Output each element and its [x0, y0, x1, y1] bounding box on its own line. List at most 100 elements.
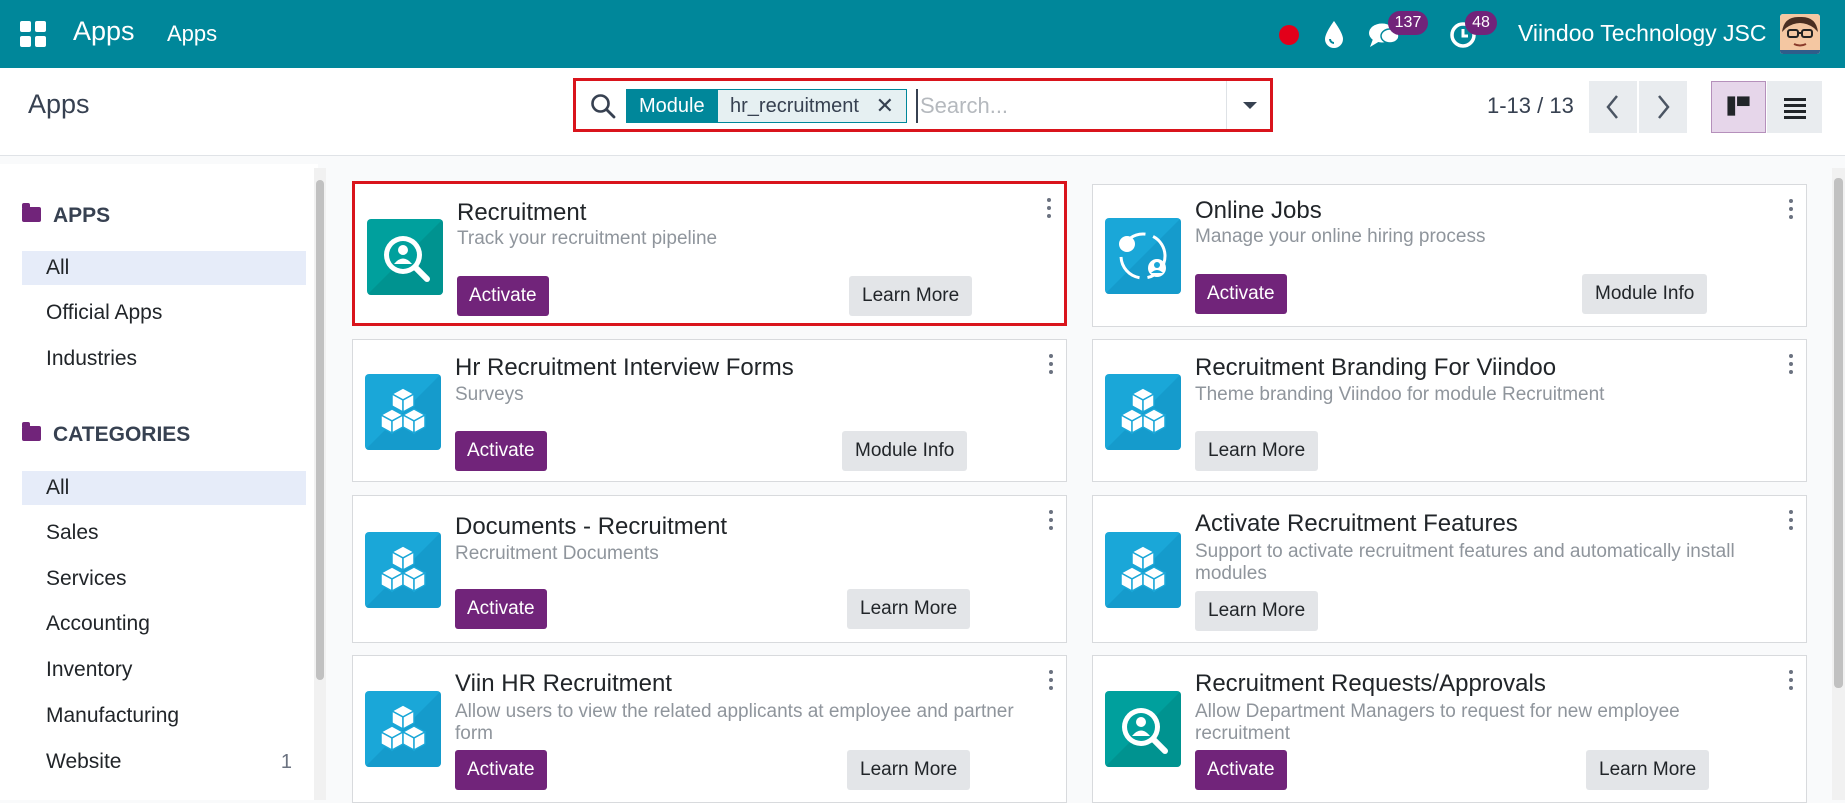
avatar[interactable] [1780, 14, 1820, 54]
search-input[interactable] [916, 89, 1216, 123]
list-icon [1784, 98, 1806, 119]
sidebar-heading-label: APPS [53, 204, 111, 227]
pager-next-button[interactable] [1639, 81, 1687, 133]
activity-badge: 48 [1465, 11, 1497, 35]
top-navbar: Apps Apps 137 48 Viindoo Technology JSC [0, 0, 1845, 68]
sidebar-item-industries[interactable]: Industries [22, 342, 306, 376]
app-card-documents-recruitment[interactable]: Documents - Recruitment Recruitment Docu… [352, 495, 1067, 643]
sidebar-item-accounting[interactable]: Accounting [22, 607, 306, 641]
sidebar-item-sales[interactable]: Sales [22, 516, 306, 550]
module-info-button[interactable]: Module Info [1582, 274, 1708, 314]
sidebar: APPS All Official Apps Industries CATEGO… [0, 164, 318, 800]
module-cubes-icon [1105, 374, 1181, 450]
kanban-icon [1727, 96, 1750, 116]
control-panel: Apps Module hr_recruitment ✕ 1-13 / 13 [0, 68, 1845, 156]
kebab-menu-icon[interactable] [1788, 199, 1794, 221]
app-card-name[interactable]: Documents - Recruitment [455, 513, 727, 541]
module-cubes-icon [365, 691, 441, 767]
app-card-online-jobs[interactable]: Online Jobs Manage your online hiring pr… [1092, 184, 1807, 327]
activate-button[interactable]: Activate [455, 431, 547, 471]
app-card-summary: Surveys [455, 384, 524, 405]
recruitment-icon [1105, 691, 1181, 767]
app-card-activate-recruitment-features[interactable]: Activate Recruitment Features Support to… [1092, 495, 1807, 643]
list-view-button[interactable] [1767, 81, 1822, 133]
apps-grid-icon[interactable] [20, 21, 46, 47]
search-bar: Module hr_recruitment ✕ [573, 78, 1273, 132]
app-card-recruitment[interactable]: Recruitment Track your recruitment pipel… [352, 181, 1067, 326]
app-card-summary: Theme branding Viindoo for module Recrui… [1195, 384, 1605, 405]
page-title: Apps [28, 89, 90, 119]
activate-button[interactable]: Activate [455, 750, 547, 790]
sidebar-heading-label: CATEGORIES [53, 423, 191, 446]
app-card-recruitment-requests[interactable]: Recruitment Requests/Approvals Allow Dep… [1092, 655, 1807, 803]
learn-more-button[interactable]: Learn More [847, 589, 971, 629]
learn-more-button[interactable]: Learn More [847, 750, 971, 790]
activate-button[interactable]: Activate [1195, 274, 1287, 314]
sidebar-categories-heading: CATEGORIES [22, 422, 191, 447]
kebab-menu-icon[interactable] [1048, 510, 1054, 532]
app-card-summary: Track your recruitment pipeline [457, 228, 718, 249]
sidebar-item-apps-all[interactable]: All [22, 251, 306, 285]
learn-more-button[interactable]: Learn More [1195, 591, 1319, 631]
water-drop-icon[interactable] [1323, 20, 1345, 48]
app-card-summary: Manage your online hiring process [1195, 226, 1486, 247]
pager-value[interactable]: 1-13 / 13 [1487, 93, 1574, 119]
sidebar-item-label: Website [46, 750, 122, 773]
kebab-menu-icon[interactable] [1048, 670, 1054, 692]
app-card-name[interactable]: Recruitment [457, 199, 586, 227]
activate-button[interactable]: Activate [1195, 750, 1287, 790]
app-card-recruitment-branding[interactable]: Recruitment Branding For Viindoo Theme b… [1092, 339, 1807, 482]
chat-badge: 137 [1388, 11, 1428, 35]
search-facet-value: hr_recruitment [730, 95, 859, 117]
app-card-summary: Recruitment Documents [455, 543, 659, 564]
kebab-menu-icon[interactable] [1788, 354, 1794, 376]
online-jobs-icon [1105, 218, 1181, 294]
sidebar-item-services[interactable]: Services [22, 562, 306, 596]
sidebar-item-categories-all[interactable]: All [22, 471, 306, 505]
kebab-menu-icon[interactable] [1048, 354, 1054, 376]
app-card-summary: Support to activate recruitment features… [1195, 541, 1735, 584]
app-card-interview-forms[interactable]: Hr Recruitment Interview Forms Surveys A… [352, 339, 1067, 482]
sidebar-scrollbar[interactable] [314, 168, 326, 800]
learn-more-button[interactable]: Learn More [1195, 431, 1319, 471]
module-info-button[interactable]: Module Info [842, 431, 968, 471]
sidebar-item-website[interactable]: Website 1 [22, 745, 306, 779]
app-card-summary: Allow Department Managers to request for… [1195, 701, 1680, 744]
search-facet: hr_recruitment ✕ [717, 89, 907, 123]
chevron-left-icon [1606, 95, 1618, 119]
kebab-menu-icon[interactable] [1788, 510, 1794, 532]
activate-button[interactable]: Activate [457, 276, 549, 316]
chevron-right-icon [1658, 95, 1670, 119]
app-card-name[interactable]: Viin HR Recruitment [455, 670, 672, 698]
company-switcher[interactable]: Viindoo Technology JSC [1518, 20, 1767, 47]
pager-previous-button[interactable] [1589, 81, 1637, 133]
app-card-viin-hr-recruitment[interactable]: Viin HR Recruitment Allow users to view … [352, 655, 1067, 803]
search-icon[interactable] [590, 93, 616, 119]
app-card-name[interactable]: Activate Recruitment Features [1195, 510, 1518, 538]
record-dot-icon[interactable] [1279, 25, 1299, 45]
menu-item-apps[interactable]: Apps [167, 21, 217, 47]
sidebar-apps-heading: APPS [22, 203, 111, 228]
kebab-menu-icon[interactable] [1046, 198, 1052, 220]
folder-icon [22, 203, 41, 222]
module-cubes-icon [1105, 532, 1181, 608]
kebab-menu-icon[interactable] [1788, 670, 1794, 692]
close-icon[interactable]: ✕ [876, 90, 894, 122]
app-card-name[interactable]: Recruitment Requests/Approvals [1195, 670, 1546, 698]
app-card-name[interactable]: Hr Recruitment Interview Forms [455, 354, 794, 382]
app-card-name[interactable]: Recruitment Branding For Viindoo [1195, 354, 1556, 382]
main-scrollbar[interactable] [1832, 168, 1845, 800]
kanban-view-button[interactable] [1711, 81, 1766, 133]
sidebar-item-manufacturing[interactable]: Manufacturing [22, 699, 306, 733]
sidebar-item-official-apps[interactable]: Official Apps [22, 296, 306, 330]
folder-icon [22, 422, 41, 441]
app-name[interactable]: Apps [73, 16, 135, 47]
learn-more-button[interactable]: Learn More [849, 276, 973, 316]
search-options-toggle[interactable] [1226, 81, 1273, 129]
module-cubes-icon [365, 374, 441, 450]
app-card-name[interactable]: Online Jobs [1195, 197, 1322, 225]
learn-more-button[interactable]: Learn More [1586, 750, 1710, 790]
activate-button[interactable]: Activate [455, 589, 547, 629]
sidebar-item-inventory[interactable]: Inventory [22, 653, 306, 687]
module-cubes-icon [365, 532, 441, 608]
